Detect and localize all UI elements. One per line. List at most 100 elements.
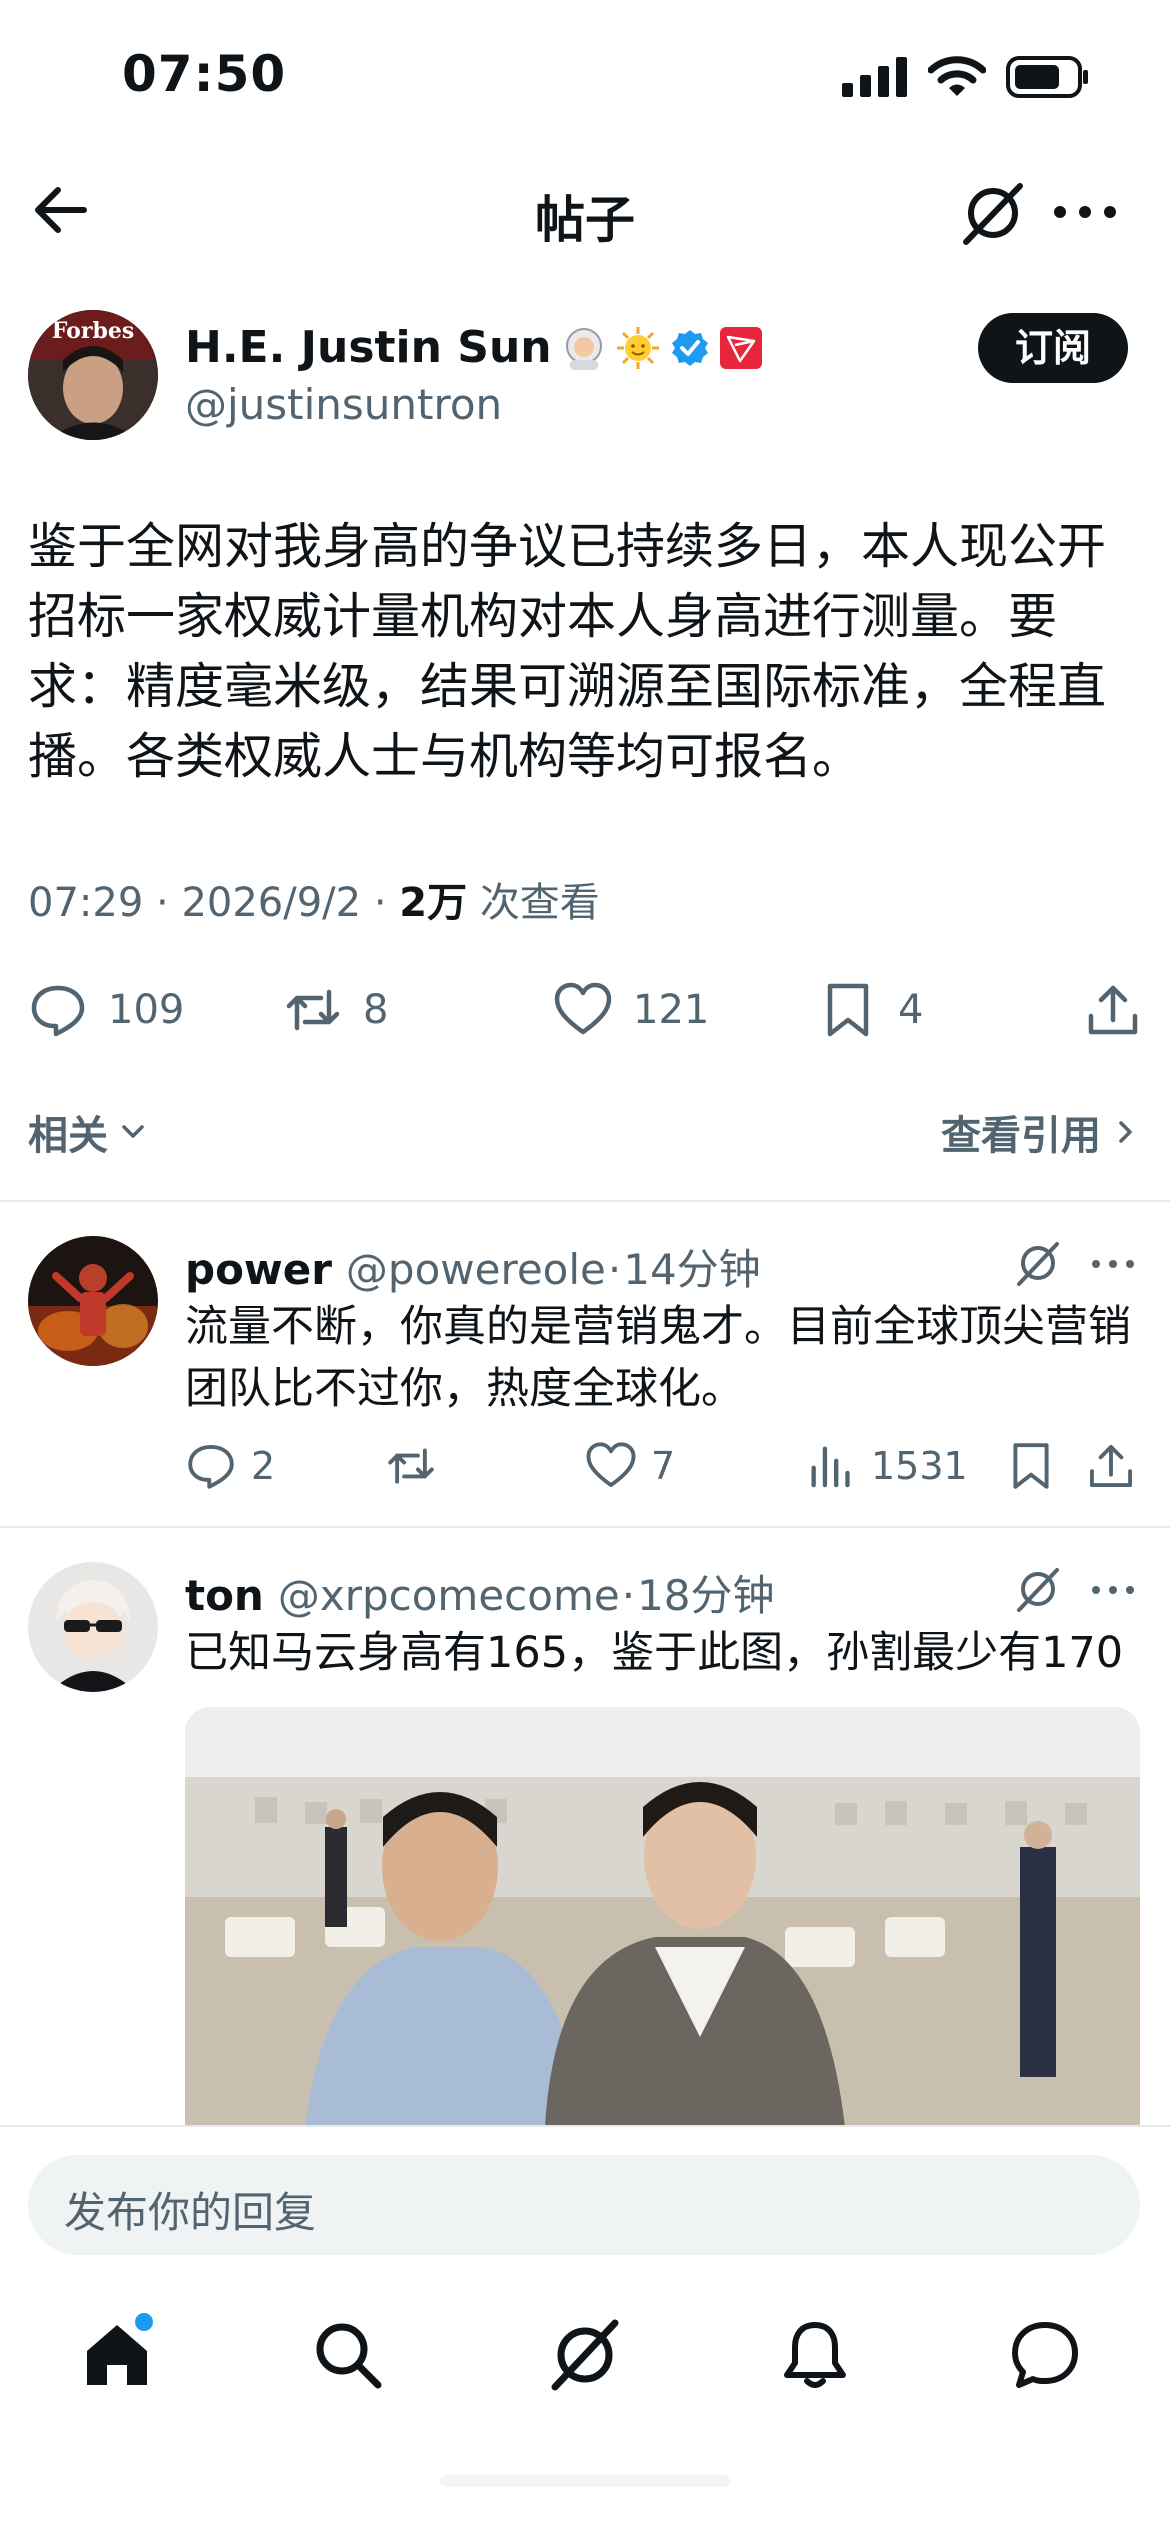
more-options-icon[interactable]	[1088, 1244, 1138, 1284]
tab-messages[interactable]	[1005, 2315, 1085, 2395]
author-name-row: H.E. Justin Sun	[185, 322, 762, 373]
post-time[interactable]: 07:29	[28, 880, 143, 926]
reply-action[interactable]: 109	[28, 975, 184, 1045]
views-chart-icon	[811, 1446, 850, 1488]
reply-icon	[31, 985, 85, 1037]
tab-notifications[interactable]	[775, 2315, 855, 2395]
grok-icon[interactable]	[1013, 1238, 1063, 1288]
author-name[interactable]: H.E. Justin Sun	[185, 322, 552, 373]
related-row: 相关 查看引用	[28, 1095, 1143, 1165]
reply-header: ton @xrpcomecome · 18分钟	[185, 1562, 775, 1620]
related-dropdown[interactable]: 相关	[28, 1103, 150, 1161]
status-time: 07:50	[122, 45, 287, 103]
reply-input-placeholder: 发布你的回复	[64, 2188, 317, 2237]
bookmark-icon[interactable]	[1005, 1440, 1057, 1492]
bookmark-icon	[827, 983, 869, 1037]
separator-dot: ·	[621, 1571, 636, 1620]
post-views-count: 2万	[399, 880, 468, 926]
share-icon[interactable]	[1085, 1440, 1137, 1492]
author-avatar[interactable]: Forbes	[28, 310, 158, 440]
reply-avatar[interactable]	[28, 1562, 158, 1692]
more-options-icon[interactable]	[1050, 182, 1120, 242]
reply-item[interactable]: power @powereole · 14分钟 流量不断，你真的是营销鬼才。目前…	[28, 1236, 1143, 1526]
heart-icon	[554, 982, 612, 1035]
divider	[0, 1200, 1170, 1202]
like-count: 121	[633, 987, 710, 1033]
view-quotes-label: 查看引用	[941, 1113, 1101, 1159]
reply-author-handle[interactable]: @powereole	[346, 1245, 606, 1294]
post-author: Forbes H.E. Justin Sun @justinsuntron 订阅	[28, 310, 1148, 440]
post-text: 鉴于全网对我身高的争议已持续多日，本人现公开招标一家权威计量机构对本人身高进行测…	[28, 518, 1107, 785]
tron-logo-icon	[719, 326, 762, 369]
grok-icon[interactable]	[958, 178, 1028, 248]
wifi-icon	[928, 56, 986, 96]
repost-action[interactable]	[385, 1436, 451, 1496]
reply-composer: 发布你的回复	[0, 2125, 1170, 2275]
heart-icon	[586, 1442, 636, 1488]
battery-icon	[1006, 56, 1088, 98]
grok-icon[interactable]	[1013, 1564, 1063, 1614]
chevron-right-icon	[1119, 1121, 1132, 1143]
nav-bar: 帖子	[0, 160, 1170, 260]
reply-icon	[188, 1444, 234, 1489]
reply-photo[interactable]	[185, 1707, 1140, 2127]
verified-badge-icon	[671, 329, 708, 366]
views-action[interactable]: 1531	[805, 1436, 968, 1496]
grok-icon	[551, 2319, 619, 2391]
reply-text: 已知马云身高有165，鉴于此图，孙割最少有170	[185, 1628, 1124, 1678]
status-bar: 07:50	[0, 0, 1170, 150]
repost-icon	[388, 1448, 434, 1484]
reply-count: 109	[108, 987, 185, 1033]
sun-emoji-icon	[616, 326, 659, 369]
divider	[0, 1526, 1170, 1528]
author-handle[interactable]: @justinsuntron	[185, 380, 502, 429]
forbes-logo: Forbes	[52, 318, 134, 344]
notification-dot	[135, 2313, 153, 2331]
tab-home[interactable]	[77, 2313, 157, 2395]
share-icon	[1088, 985, 1138, 1035]
reply-author-name[interactable]: ton	[185, 1571, 264, 1620]
share-action[interactable]	[1083, 975, 1143, 1045]
reply-input[interactable]: 发布你的回复	[28, 2155, 1140, 2255]
reply-author-name[interactable]: power	[185, 1245, 332, 1294]
repost-count: 8	[363, 987, 389, 1033]
view-quotes-link[interactable]: 查看引用	[941, 1103, 1143, 1161]
status-icons	[842, 56, 1090, 98]
related-label: 相关	[28, 1113, 108, 1159]
repost-icon	[286, 989, 340, 1031]
like-action[interactable]: 7	[585, 1436, 675, 1496]
post-date[interactable]: 2026/9/2	[181, 880, 361, 926]
cellular-signal-icon	[842, 57, 907, 97]
astronaut-emoji-icon	[565, 327, 602, 370]
tab-search[interactable]	[308, 2315, 388, 2395]
reply-age: 18分钟	[637, 1571, 775, 1620]
post-actions: 109 8 121 4	[28, 975, 1143, 1045]
post-meta: 07:29 · 2026/9/2 · 2万 次查看	[28, 880, 600, 926]
reply-author-handle[interactable]: @xrpcomecome	[278, 1571, 620, 1620]
tab-grok[interactable]	[545, 2315, 625, 2395]
reply-item[interactable]: ton @xrpcomecome · 18分钟 已知马云身高有165，鉴于此图，…	[28, 1562, 1143, 2127]
chat-bubble-icon	[1012, 2322, 1078, 2388]
bottom-tab-bar	[0, 2275, 1170, 2532]
reply-header: power @powereole · 14分钟	[185, 1236, 761, 1294]
more-options-icon[interactable]	[1088, 1570, 1138, 1610]
like-action[interactable]: 121	[553, 975, 709, 1045]
bookmark-count: 4	[898, 987, 924, 1033]
reply-text: 流量不断，你真的是营销鬼才。目前全球顶尖营销团队比不过你，热度全球化。	[185, 1302, 1131, 1414]
separator-dot: ·	[607, 1245, 622, 1294]
reply-count: 2	[251, 1444, 276, 1488]
reply-avatar[interactable]	[28, 1236, 158, 1366]
reply-age: 14分钟	[623, 1245, 761, 1294]
home-indicator	[440, 2475, 730, 2487]
bookmark-action[interactable]: 4	[818, 975, 923, 1045]
chevron-down-icon	[122, 1125, 144, 1138]
views-count: 1531	[871, 1444, 968, 1488]
reply-actions: 2 7 1531	[185, 1436, 1145, 1496]
subscribe-button[interactable]: 订阅	[978, 313, 1128, 383]
like-count: 7	[651, 1444, 676, 1488]
repost-action[interactable]: 8	[283, 975, 388, 1045]
search-icon	[316, 2323, 382, 2389]
post-views-label: 次查看	[479, 880, 600, 926]
bell-icon	[784, 2322, 846, 2388]
reply-action[interactable]: 2	[185, 1436, 275, 1496]
